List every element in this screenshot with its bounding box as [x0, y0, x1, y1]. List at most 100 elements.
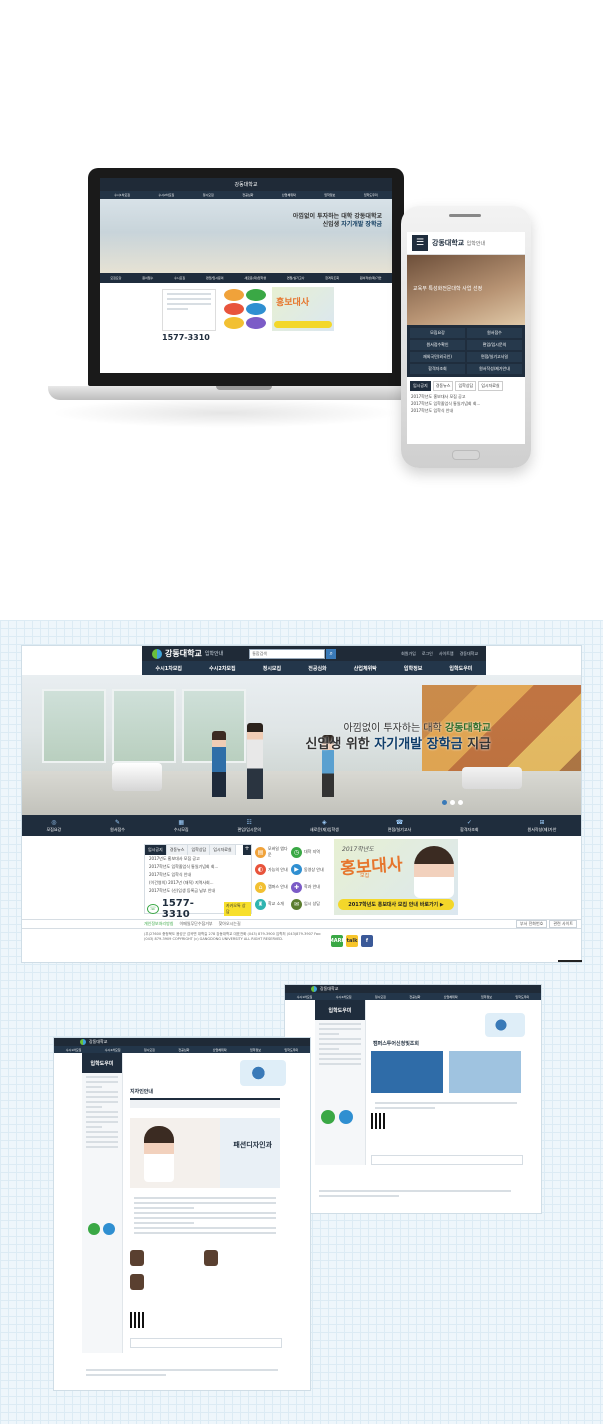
hero-dot[interactable]: [458, 800, 463, 805]
mobile-tab[interactable]: 입학상담: [455, 381, 477, 391]
mini-banner[interactable]: 홍보대사: [272, 287, 334, 331]
subpage-tabs[interactable]: [130, 1098, 280, 1108]
home-icon: ⌂: [255, 881, 266, 893]
quick-link[interactable]: ▤ 모바일 앱다운: [255, 844, 291, 860]
tile-form[interactable]: ⊞ 원서작성(제)가안: [528, 819, 557, 833]
quick-link[interactable]: ♜ 학교 소개: [255, 897, 291, 912]
menu-item[interactable]: 수시2차모집: [209, 665, 235, 672]
search-input[interactable]: 통합검색: [249, 648, 326, 659]
menu-item[interactable]: 입학도우미: [449, 665, 472, 672]
quick-link[interactable]: ◐ 가능의 안내: [255, 862, 291, 877]
mobile-tab[interactable]: 입시자료실: [478, 381, 503, 391]
mobile-grid-item[interactable]: 재외국민(외국인): [410, 352, 465, 362]
util-link-sitemap[interactable]: 사이트맵: [439, 651, 454, 657]
footer-address: (우)27600 충청북도 음성군 감곡면 대학길 278 강동대학교 대표전화…: [144, 932, 322, 941]
util-link-login[interactable]: 로그인: [422, 651, 433, 657]
mini-menu-item[interactable]: 전공심화: [242, 193, 253, 197]
mobile-grid-item[interactable]: 원서접수확인: [410, 340, 465, 350]
homepage: 강동대학교 입학안내 통합검색 ⌕ 회원가입 로그인 사이트맵 경동대학교 수시…: [22, 646, 581, 962]
news-item[interactable]: 2017학년도 입학졸업식 통일기념회 회...: [145, 863, 251, 871]
news-item[interactable]: 2017학년도 입학식 안내: [145, 871, 251, 879]
tile-early[interactable]: ▦ 수시모집: [174, 819, 189, 833]
mini-tile[interactable]: 면접/실기고사: [287, 276, 305, 280]
tile-new[interactable]: ◈ 새로운(재)입학생: [310, 819, 339, 833]
tile-label: 합격자조회: [460, 826, 479, 832]
mobile-tab[interactable]: 경동뉴스: [432, 381, 454, 391]
menu-item[interactable]: 입학정보: [404, 665, 422, 672]
menu-item[interactable]: 전공심화: [308, 665, 326, 672]
news-item[interactable]: 2017년도 홍보대사 모집 공고: [145, 855, 251, 863]
ambassador-banner[interactable]: 2017학년도 홍보대사 모집 2017학년도 홍보대사 모집 안내 바로가기 …: [334, 839, 458, 915]
news-tab[interactable]: 입시자료실: [210, 845, 236, 855]
related-site-select[interactable]: 관련 사이트: [549, 920, 577, 928]
kakao-talk-icon[interactable]: talk: [346, 935, 358, 947]
news-tab[interactable]: 입시공지: [145, 845, 167, 855]
phone-screen: ☰ 강동대학교 입학안내 교육부 특성화전문대학 사업 선정 모집요강 원서접수…: [407, 232, 525, 444]
mini-tile[interactable]: 수시모집: [174, 276, 185, 280]
tile-transfer[interactable]: ☷ 편입/입시문의: [238, 819, 261, 833]
search-icon[interactable]: ⌕: [326, 648, 337, 659]
major-visual: 패션디자인과: [130, 1118, 280, 1188]
more-button[interactable]: +: [243, 845, 251, 855]
quick-link[interactable]: ▶ 동영상 안내: [291, 862, 327, 877]
mini-tile[interactable]: 합격자조회: [325, 276, 339, 280]
mobile-news-item[interactable]: 2017학년도 입학식 안내: [411, 407, 521, 414]
tile-icon: ▦: [178, 818, 185, 826]
kakao-button[interactable]: 카카오톡 상담: [223, 902, 251, 916]
mini-menu-item[interactable]: 수시2차모집: [159, 193, 175, 197]
quick-link[interactable]: ✚ 학과 안내: [291, 880, 327, 895]
hero-dot[interactable]: [450, 800, 455, 805]
mobile-grid-item[interactable]: 면접/실기고사일: [467, 352, 522, 362]
mini-menu-item[interactable]: 입학도우미: [364, 193, 378, 197]
mobile-news-item[interactable]: 2017학년도 입학졸업식 통일기념회 회...: [411, 400, 521, 407]
menu-item[interactable]: 산업체위탁: [354, 665, 377, 672]
facebook-icon[interactable]: f: [361, 935, 373, 947]
news-tab[interactable]: 경동뉴스: [166, 845, 189, 855]
mini-tile[interactable]: 모집요강: [110, 276, 121, 280]
tile-interview[interactable]: ☎ 면접/실기고사: [388, 819, 411, 833]
dept-phone-select[interactable]: 부서 전화번호: [515, 920, 548, 928]
subpage-footer: [315, 1187, 515, 1200]
banner-cta-button[interactable]: 2017학년도 홍보대사 모집 안내 바로가기 ▶: [338, 899, 454, 910]
tile-icon: ✎: [115, 818, 121, 826]
menu-icon[interactable]: ☰: [412, 235, 428, 251]
mini-tile[interactable]: 원서접수: [142, 276, 153, 280]
site-logo[interactable]: 강동대학교 입학안내: [152, 648, 223, 659]
mobile-grid-item[interactable]: 편입/입시문의: [467, 340, 522, 350]
util-link-univ[interactable]: 경동대학교: [460, 651, 478, 657]
mini-menu-item[interactable]: 정시모집: [203, 193, 214, 197]
menu-item[interactable]: 정시모집: [263, 665, 281, 672]
footer-link[interactable]: 이메일무단수집거부: [179, 921, 212, 927]
mini-menu-item[interactable]: 산업체위탁: [282, 193, 296, 197]
news-item[interactable]: (이건영의) 2017년 (재직) 지역사회...: [145, 879, 251, 887]
quick-link[interactable]: ✉ 입시 상담: [291, 897, 327, 912]
mobile-grid-item[interactable]: 합격자조회: [410, 364, 465, 374]
mark-icon[interactable]: MARK: [329, 935, 345, 947]
tile-result[interactable]: ✓ 합격자조회: [460, 819, 478, 833]
mobile-grid-item[interactable]: 원서접수: [467, 328, 522, 338]
hero-dot[interactable]: [442, 800, 447, 805]
mobile-tab[interactable]: 입시공지: [410, 381, 431, 391]
mini-tile[interactable]: 새로운(재)입학생: [244, 276, 266, 280]
mobile-news-item[interactable]: 2017학년도 홍보대사 모집 공고: [411, 393, 521, 400]
mini-tile[interactable]: 편입/입시문의: [206, 276, 224, 280]
mini-menu-item[interactable]: 수시1차모집: [114, 193, 130, 197]
footer-link[interactable]: 찾아오시는길: [219, 921, 241, 927]
tile-apply[interactable]: ✎ 원서접수: [110, 819, 125, 833]
util-link-join[interactable]: 회원가입: [401, 651, 416, 657]
mobile-header: ☰ 강동대학교 입학안내: [407, 232, 525, 255]
news-item[interactable]: 2017학년도 (신)입생 등록금 납부 안내: [145, 887, 251, 895]
tile-recruit[interactable]: ◎ 모집요강: [46, 819, 61, 833]
footer-link[interactable]: 개인정보처리방침: [144, 921, 173, 927]
mini-tile[interactable]: 원서작성(제)가안: [360, 276, 382, 280]
mobile-grid-item[interactable]: 모집요강: [410, 328, 465, 338]
subpage-input[interactable]: [130, 1338, 282, 1348]
menu-item[interactable]: 수시1차모집: [156, 665, 182, 672]
news-tab[interactable]: 입학상담: [188, 845, 211, 855]
quick-link[interactable]: ⌂ 캠퍼스 안내: [255, 880, 291, 895]
mini-menu-item[interactable]: 입학정보: [324, 193, 335, 197]
mobile-grid-item[interactable]: 원서작성/제가안내: [467, 364, 522, 374]
mobile-logo[interactable]: 강동대학교 입학안내: [432, 238, 485, 248]
subpage-input[interactable]: [371, 1155, 523, 1165]
quick-link[interactable]: ◷ 대학 지역: [291, 844, 327, 860]
